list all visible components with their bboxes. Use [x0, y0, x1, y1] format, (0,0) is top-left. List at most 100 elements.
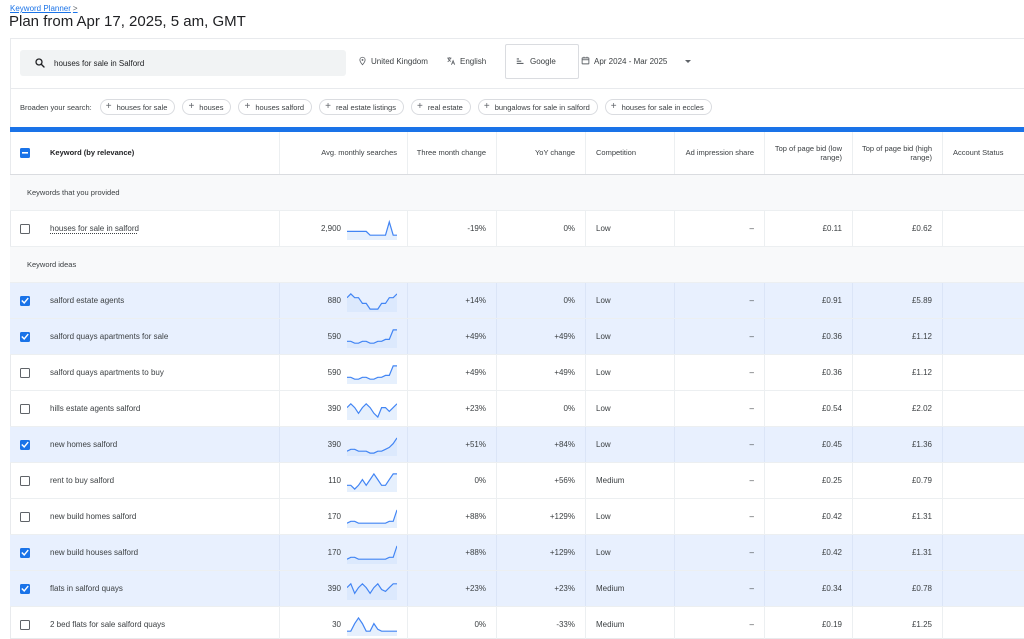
keyword-text[interactable]: houses for sale in salford [50, 224, 139, 233]
row-checkbox[interactable] [20, 584, 30, 594]
row-select-cell [10, 535, 40, 570]
row-checkbox[interactable] [20, 368, 30, 378]
broaden-chip[interactable]: + real estate [411, 99, 471, 115]
bid-high-cell: £1.25 [853, 607, 943, 639]
col-yoy-change[interactable]: YoY change [497, 132, 586, 174]
account-status-cell [943, 427, 1024, 462]
trend-sparkline [347, 218, 397, 240]
select-all-checkbox[interactable] [20, 148, 30, 158]
row-checkbox[interactable] [20, 296, 30, 306]
table-row[interactable]: salford quays apartments to buy 590 +49% +4… [10, 355, 1024, 391]
table-header-row: Keyword (by relevance) Avg. monthly sear… [10, 132, 1024, 175]
date-range-label: Apr 2024 - Mar 2025 [594, 57, 667, 66]
trend-sparkline [347, 434, 397, 456]
row-checkbox[interactable] [20, 224, 30, 234]
account-status-cell [943, 283, 1024, 318]
col-three-month-change[interactable]: Three month change [408, 132, 497, 174]
search-input[interactable]: houses for sale in Salford [54, 59, 144, 68]
avg-searches-cell: 590 [280, 355, 408, 390]
avg-searches-value: 590 [328, 332, 341, 341]
col-avg-monthly-searches[interactable]: Avg. monthly searches [280, 132, 408, 174]
bid-high-cell: £2.02 [853, 391, 943, 426]
impression-share-cell: – [675, 463, 765, 498]
breadcrumb[interactable]: Keyword Planner > [10, 4, 78, 13]
account-status-cell [943, 607, 1024, 639]
date-range-filter[interactable]: Apr 2024 - Mar 2025 [581, 56, 691, 67]
trend-sparkline [347, 542, 397, 564]
table-row[interactable]: salford quays apartments for sale 590 +49%… [10, 319, 1024, 355]
bid-low-cell: £0.19 [765, 607, 853, 639]
three-month-change-cell: 0% [408, 607, 497, 639]
row-checkbox[interactable] [20, 404, 30, 414]
three-month-change-cell: 0% [408, 463, 497, 498]
bid-low-cell: £0.34 [765, 571, 853, 606]
competition-cell: Low [586, 211, 675, 246]
col-bid-high[interactable]: Top of page bid (high range) [853, 132, 943, 174]
language-filter[interactable]: English [446, 56, 486, 66]
three-month-change-cell: +49% [408, 355, 497, 390]
col-bid-low[interactable]: Top of page bid (low range) [765, 132, 853, 174]
keyword-cell: salford quays apartments for sale [40, 319, 280, 354]
row-select-cell [10, 211, 40, 246]
account-status-cell [943, 355, 1024, 390]
keyword-search-bar[interactable]: houses for sale in Salford [20, 50, 346, 76]
broaden-chip-label: houses [199, 103, 223, 112]
row-checkbox[interactable] [20, 548, 30, 558]
network-filter[interactable]: Google [505, 44, 579, 79]
keyword-text[interactable]: 2 bed flats for sale salford quays [50, 620, 165, 629]
col-keyword[interactable]: Keyword (by relevance) [40, 132, 280, 174]
keyword-cell: new build houses salford [40, 535, 280, 570]
broaden-label: Broaden your search: [20, 103, 92, 112]
three-month-change-cell: +88% [408, 535, 497, 570]
keyword-text[interactable]: rent to buy salford [50, 476, 114, 485]
broaden-chip[interactable]: + houses for sale [100, 99, 176, 115]
dropdown-caret-icon[interactable] [685, 60, 691, 63]
broaden-chip[interactable]: + houses salford [238, 99, 312, 115]
competition-cell: Low [586, 319, 675, 354]
table-row[interactable]: houses for sale in salford 2,900 -19% 0% Low… [10, 211, 1024, 247]
keyword-text[interactable]: new build houses salford [50, 548, 138, 557]
row-select-cell [10, 463, 40, 498]
broaden-chip[interactable]: + bungalows for sale in salford [478, 99, 598, 115]
keyword-cell: new build homes salford [40, 499, 280, 534]
breadcrumb-keyword-planner[interactable]: Keyword Planner [10, 4, 71, 13]
keyword-text[interactable]: salford quays apartments for sale [50, 332, 168, 341]
search-icon [32, 55, 48, 71]
row-checkbox[interactable] [20, 620, 30, 630]
bid-low-cell: £0.91 [765, 283, 853, 318]
keyword-text[interactable]: salford estate agents [50, 296, 124, 305]
table-row[interactable]: hills estate agents salford 390 +23% 0% Low –… [10, 391, 1024, 427]
keyword-text[interactable]: salford quays apartments to buy [50, 368, 164, 377]
language-filter-label: English [460, 57, 486, 66]
table-row[interactable]: rent to buy salford 110 0% +56% Medium – £0.25… [10, 463, 1024, 499]
keyword-text[interactable]: new homes salford [50, 440, 117, 449]
col-account-status[interactable]: Account Status [943, 132, 1024, 174]
trend-sparkline [347, 398, 397, 420]
table-row[interactable]: 2 bed flats for sale salford quays 30 0% -3… [10, 607, 1024, 639]
row-select-cell [10, 427, 40, 462]
keyword-text[interactable]: new build homes salford [50, 512, 136, 521]
broaden-chip[interactable]: + houses for sale in eccles [605, 99, 712, 115]
plus-icon: + [611, 102, 617, 112]
trend-sparkline [347, 362, 397, 384]
keyword-text[interactable]: flats in salford quays [50, 584, 123, 593]
plus-icon: + [417, 102, 423, 112]
row-checkbox[interactable] [20, 476, 30, 486]
col-ad-impression-share[interactable]: Ad impression share [675, 132, 765, 174]
row-checkbox[interactable] [20, 440, 30, 450]
table-row[interactable]: salford estate agents 880 +14% 0% Low – £0.91 £… [10, 283, 1024, 319]
location-filter[interactable]: United Kingdom [357, 56, 428, 66]
table-row[interactable]: new build houses salford 170 +88% +129% Low –… [10, 535, 1024, 571]
row-checkbox[interactable] [20, 512, 30, 522]
broaden-chip[interactable]: + houses [182, 99, 231, 115]
section-keyword-ideas: Keyword ideas [10, 247, 1024, 283]
impression-share-cell: – [675, 319, 765, 354]
table-row[interactable]: flats in salford quays 390 +23% +23% Medium –… [10, 571, 1024, 607]
row-checkbox[interactable] [20, 332, 30, 342]
table-row[interactable]: new build homes salford 170 +88% +129% Low – £… [10, 499, 1024, 535]
keyword-text[interactable]: hills estate agents salford [50, 404, 140, 413]
table-row[interactable]: new homes salford 390 +51% +84% Low – £0.45 £1.… [10, 427, 1024, 463]
broaden-chip[interactable]: + real estate listings [319, 99, 404, 115]
avg-searches-value: 2,900 [321, 224, 341, 233]
col-competition[interactable]: Competition [586, 132, 675, 174]
